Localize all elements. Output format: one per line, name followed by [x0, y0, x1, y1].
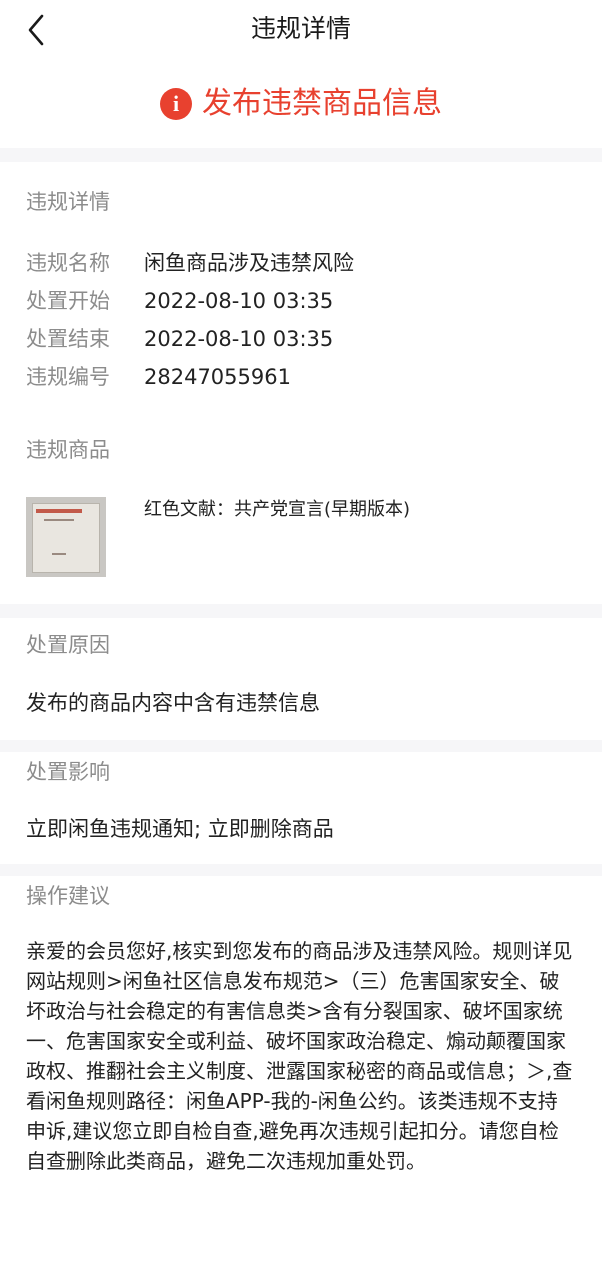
- detail-label: 违规名称: [26, 251, 110, 275]
- detail-row-name: 违规名称 闲鱼商品涉及违禁风险: [26, 248, 354, 278]
- detail-row-end: 处置结束 2022-08-10 03:35: [26, 324, 333, 354]
- product-thumbnail[interactable]: [26, 497, 106, 577]
- detail-value: 2022-08-10 03:35: [144, 289, 334, 313]
- detail-row-start: 处置开始 2022-08-10 03:35: [26, 286, 333, 316]
- detail-row-number: 违规编号 28247055961: [26, 362, 291, 392]
- section-divider: [0, 604, 602, 618]
- detail-label: 处置结束: [26, 327, 110, 351]
- product-section-title: 违规商品: [26, 438, 110, 462]
- section-divider: [0, 864, 602, 876]
- advice-section-title: 操作建议: [26, 884, 110, 908]
- section-divider: [0, 740, 602, 752]
- advice-text: 亲爱的会员您好,核实到您发布的商品涉及违禁风险。规则详见 网站规则>闲鱼社区信息…: [26, 939, 573, 1173]
- detail-value: 28247055961: [144, 365, 291, 389]
- section-divider: [0, 148, 602, 162]
- alert-icon: i: [160, 88, 192, 120]
- violation-status-text: 发布违禁商品信息: [202, 86, 442, 121]
- detail-value: 闲鱼商品涉及违禁风险: [144, 251, 354, 275]
- detail-value: 2022-08-10 03:35: [144, 327, 334, 351]
- reason-text: 发布的商品内容中含有违禁信息: [26, 691, 320, 715]
- reason-section-title: 处置原因: [26, 633, 110, 657]
- violation-status-banner: i 发布违禁商品信息: [0, 60, 602, 148]
- book-cover-image: [32, 503, 100, 573]
- top-nav-bar: 违规详情: [0, 0, 602, 60]
- details-section-title: 违规详情: [26, 190, 110, 214]
- page-title: 违规详情: [250, 14, 351, 43]
- detail-label: 处置开始: [26, 289, 110, 313]
- product-name[interactable]: 红色文献：共产党宣言(早期版本): [144, 497, 410, 523]
- impact-section-title: 处置影响: [26, 760, 110, 784]
- detail-label: 违规编号: [26, 365, 110, 389]
- impact-text: 立即闲鱼违规通知; 立即删除商品: [26, 817, 334, 841]
